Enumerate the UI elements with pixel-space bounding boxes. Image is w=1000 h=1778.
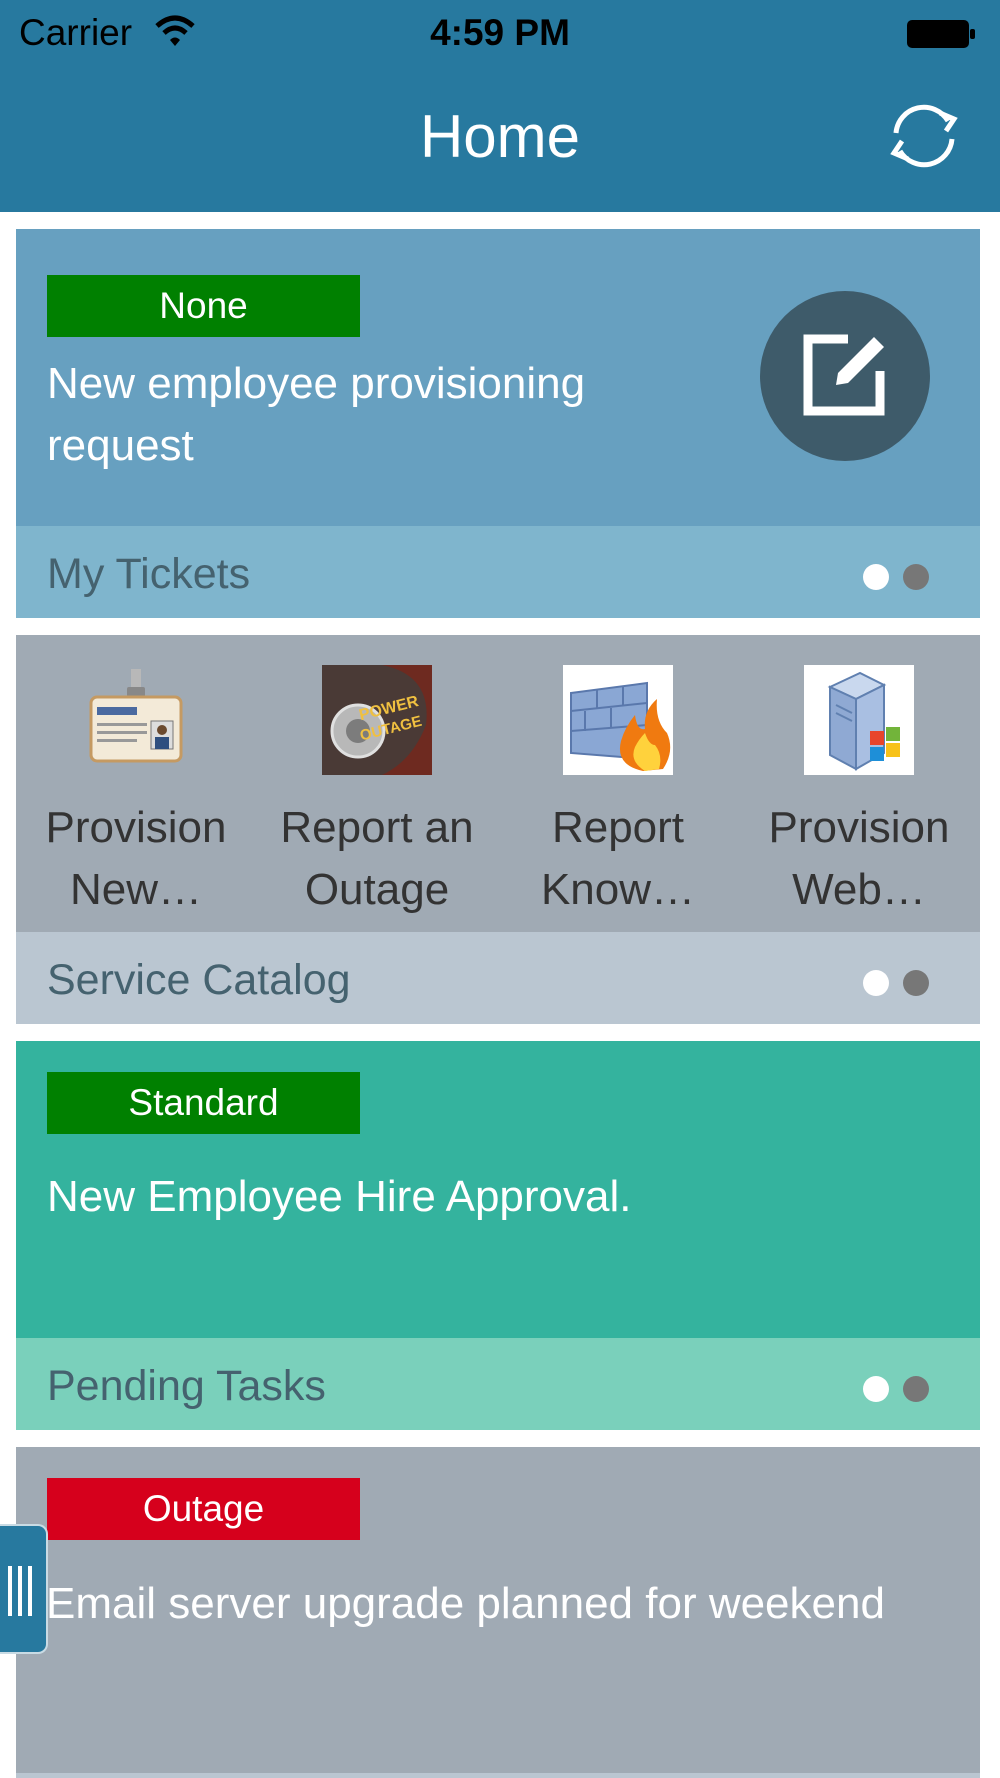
status-time: 4:59 PM bbox=[430, 12, 570, 53]
priority-badge: Standard bbox=[47, 1072, 360, 1134]
new-ticket-button[interactable] bbox=[760, 291, 930, 461]
card-footer bbox=[16, 1773, 980, 1778]
page-indicator[interactable] bbox=[863, 970, 943, 998]
page-dot-2[interactable] bbox=[903, 1376, 929, 1402]
catalog-item-label: Report an Outage bbox=[257, 797, 497, 921]
ticket-title-line2: request bbox=[47, 421, 194, 470]
page-dot-1[interactable] bbox=[863, 564, 889, 590]
catalog-body: Provision New… POWER OUTAGE Report an Ou… bbox=[16, 635, 980, 932]
page-dot-1[interactable] bbox=[863, 1376, 889, 1402]
app-header: Carrier 4:59 PM Home bbox=[0, 0, 1000, 212]
firewall-icon bbox=[563, 665, 673, 775]
ticket-body[interactable]: None New employee provisioning request bbox=[16, 229, 980, 526]
outage-title: Email server upgrade planned for weekend bbox=[46, 1579, 885, 1628]
catalog-item-label-line1: Provision bbox=[45, 803, 227, 852]
side-menu-handle[interactable] bbox=[0, 1524, 48, 1654]
outage-badge: Outage bbox=[47, 1478, 360, 1540]
priority-badge: None bbox=[47, 275, 360, 337]
pending-tasks-card[interactable]: Standard New Employee Hire Approval. Pen… bbox=[16, 1041, 980, 1431]
refresh-icon[interactable] bbox=[884, 101, 964, 171]
outage-body[interactable]: Outage Email server upgrade planned for … bbox=[16, 1447, 980, 1773]
grip-line bbox=[28, 1566, 32, 1616]
id-badge-icon bbox=[81, 665, 191, 775]
server-icon bbox=[804, 665, 914, 775]
grip-line bbox=[18, 1566, 22, 1616]
my-tickets-card[interactable]: None New employee provisioning request M… bbox=[16, 229, 980, 618]
catalog-item-label: Report Know… bbox=[498, 797, 738, 921]
page-dot-2[interactable] bbox=[903, 564, 929, 590]
service-catalog-card: Provision New… POWER OUTAGE Report an Ou… bbox=[16, 635, 980, 1025]
catalog-item-label-line1: Provision bbox=[768, 803, 950, 852]
section-label-pending-tasks: Pending Tasks bbox=[47, 1362, 326, 1410]
ticket-title-line1: New employee provisioning bbox=[47, 359, 586, 408]
page-dot-2[interactable] bbox=[903, 970, 929, 996]
task-title: New Employee Hire Approval. bbox=[47, 1172, 632, 1221]
catalog-item-label-line2: Outage bbox=[304, 865, 450, 914]
page-indicator[interactable] bbox=[863, 1376, 943, 1404]
grip-line bbox=[8, 1566, 12, 1616]
catalog-item-label-line1: Report bbox=[551, 803, 685, 852]
card-footer: My Tickets bbox=[16, 526, 980, 618]
catalog-item-label-line2: Web… bbox=[792, 865, 926, 914]
catalog-item-label-line1: Report an bbox=[280, 803, 474, 852]
page-title: Home bbox=[419, 103, 581, 170]
power-outage-icon: POWER OUTAGE bbox=[322, 665, 432, 775]
outage-card[interactable]: Outage Email server upgrade planned for … bbox=[16, 1447, 980, 1778]
section-label-service-catalog: Service Catalog bbox=[47, 956, 351, 1004]
card-footer: Pending Tasks bbox=[16, 1338, 980, 1430]
card-footer: Service Catalog bbox=[16, 932, 980, 1024]
page-dot-1[interactable] bbox=[863, 970, 889, 996]
catalog-item-label: Provision New… bbox=[16, 797, 256, 921]
ticket-title: New employee provisioning request bbox=[47, 353, 585, 477]
page-indicator[interactable] bbox=[863, 564, 943, 592]
status-bar: Carrier 4:59 PM bbox=[0, 0, 1000, 68]
task-body[interactable]: Standard New Employee Hire Approval. bbox=[16, 1041, 980, 1338]
catalog-item-label: Provision Web… bbox=[739, 797, 979, 921]
catalog-item-label-line2: New… bbox=[69, 865, 203, 914]
compose-icon bbox=[803, 334, 885, 416]
section-label-my-tickets: My Tickets bbox=[47, 550, 251, 598]
catalog-item-label-line2: Know… bbox=[540, 865, 696, 914]
battery-icon bbox=[907, 20, 975, 48]
